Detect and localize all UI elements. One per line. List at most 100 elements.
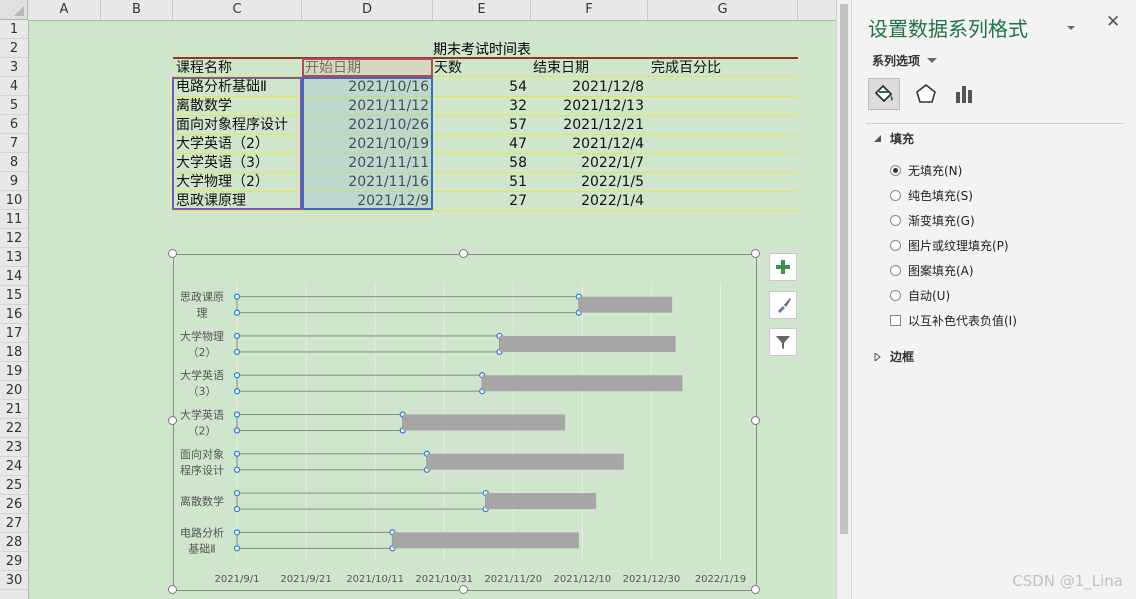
- resize-handle-tm[interactable]: [459, 249, 468, 258]
- resize-handle-ml[interactable]: [168, 416, 177, 425]
- radio-no-fill[interactable]: 无填充(N): [890, 162, 962, 179]
- column-b[interactable]: B: [101, 0, 173, 20]
- radio-button[interactable]: [890, 265, 901, 276]
- resize-handle-mr[interactable]: [751, 416, 760, 425]
- row-header[interactable]: 9: [0, 172, 28, 191]
- duration-bar[interactable]: [482, 375, 683, 392]
- column-f[interactable]: F: [531, 0, 648, 20]
- radio-button[interactable]: [890, 215, 901, 226]
- row-header[interactable]: 27: [0, 514, 28, 533]
- start-bar[interactable]: [236, 414, 404, 431]
- cell-days[interactable]: 54: [433, 78, 527, 97]
- radio-picture-fill[interactable]: 图片或纹理填充(P): [890, 237, 1009, 254]
- cell-days[interactable]: 57: [433, 116, 527, 135]
- chart-elements-button[interactable]: [769, 253, 797, 281]
- cell-days[interactable]: 51: [433, 173, 527, 192]
- row-header[interactable]: 10: [0, 191, 28, 210]
- start-bar[interactable]: [236, 374, 483, 392]
- fill-section-header[interactable]: 填充: [874, 130, 914, 147]
- duration-bar[interactable]: [578, 296, 673, 313]
- table-title[interactable]: 期末考试时间表: [433, 39, 531, 59]
- selection-point[interactable]: [233, 466, 241, 473]
- row-header[interactable]: 21: [0, 400, 28, 419]
- selection-point[interactable]: [233, 529, 241, 536]
- column-g[interactable]: G: [648, 0, 798, 20]
- selection-point[interactable]: [233, 450, 241, 457]
- vertical-scrollbar[interactable]: [836, 0, 851, 599]
- duration-bar[interactable]: [485, 493, 597, 510]
- radio-button[interactable]: [890, 240, 901, 251]
- cell-days[interactable]: 47: [433, 135, 527, 154]
- series-options-tab[interactable]: [950, 80, 978, 108]
- cell-days[interactable]: 32: [433, 97, 527, 116]
- row-header[interactable]: 4: [0, 77, 28, 96]
- selection-point[interactable]: [233, 505, 241, 513]
- radio-pattern-fill[interactable]: 图案填充(A): [890, 262, 974, 279]
- radio-button[interactable]: [890, 190, 901, 201]
- chart-plot[interactable]: 思政课原理大学物理 （2） 大学英语 （3） 大学英语 （2） 面向对象程序设计离散数学电路…: [174, 255, 756, 590]
- resize-handle-tl[interactable]: [168, 249, 177, 258]
- duration-bar[interactable]: [499, 335, 676, 352]
- row-header[interactable]: 5: [0, 96, 28, 115]
- row-header[interactable]: 25: [0, 476, 28, 495]
- row-header[interactable]: 12: [0, 229, 28, 248]
- cell-end[interactable]: 2021/12/4: [531, 135, 644, 154]
- cell-end[interactable]: 2021/12/21: [531, 116, 644, 135]
- border-section-header[interactable]: 边框: [874, 348, 914, 365]
- selection-point[interactable]: [233, 489, 241, 497]
- radio-gradient-fill[interactable]: 渐变填充(G): [890, 212, 975, 229]
- selection-point[interactable]: [233, 427, 241, 434]
- cell-days[interactable]: 27: [433, 192, 527, 211]
- duration-bar[interactable]: [402, 414, 566, 431]
- selection-point[interactable]: [233, 332, 241, 340]
- row-header[interactable]: 23: [0, 438, 28, 457]
- radio-button[interactable]: [890, 165, 901, 176]
- column-a[interactable]: A: [28, 0, 101, 20]
- close-icon[interactable]: ✕: [1106, 12, 1120, 32]
- cell-end[interactable]: 2021/12/8: [531, 78, 644, 97]
- row-header[interactable]: 6: [0, 115, 28, 134]
- series-options-menu[interactable]: 系列选项: [872, 52, 938, 69]
- cell-end[interactable]: 2022/1/5: [531, 173, 644, 192]
- pane-options-dropdown[interactable]: [1066, 18, 1076, 37]
- row-header[interactable]: 14: [0, 267, 28, 286]
- invert-if-negative[interactable]: 以互补色代表负值(I): [890, 312, 1017, 329]
- start-bar[interactable]: [236, 296, 580, 314]
- cell-end[interactable]: 2021/12/13: [531, 97, 644, 116]
- fill-line-tab[interactable]: [868, 78, 900, 110]
- row-header[interactable]: 24: [0, 457, 28, 476]
- row-header[interactable]: 22: [0, 419, 28, 438]
- worksheet[interactable]: A B C D E F G 1 2 3 4 5 6 7 8 9 10 11 12 13 14 15 16 17 1…: [0, 0, 836, 599]
- resize-handle-bl[interactable]: [168, 585, 177, 594]
- scrollbar-thumb[interactable]: [840, 4, 848, 534]
- selection-point[interactable]: [233, 309, 241, 316]
- row-header[interactable]: 2: [0, 39, 28, 58]
- chart-filters-button[interactable]: [769, 328, 797, 356]
- start-bar[interactable]: [236, 453, 428, 471]
- row-header[interactable]: 7: [0, 134, 28, 153]
- row-header[interactable]: 29: [0, 552, 28, 571]
- resize-handle-bm[interactable]: [459, 585, 468, 594]
- chart-styles-button[interactable]: [769, 291, 797, 319]
- row-header[interactable]: 17: [0, 324, 28, 343]
- column-d[interactable]: D: [302, 0, 433, 20]
- duration-bar[interactable]: [392, 532, 579, 549]
- row-header[interactable]: 15: [0, 286, 28, 305]
- resize-handle-br[interactable]: [751, 585, 760, 594]
- cell-days[interactable]: 58: [433, 154, 527, 173]
- radio-automatic[interactable]: 自动(U): [890, 287, 950, 304]
- selection-point[interactable]: [233, 372, 241, 379]
- row-header[interactable]: 18: [0, 343, 28, 362]
- start-bar[interactable]: [236, 335, 500, 353]
- row-header[interactable]: 13: [0, 248, 28, 267]
- column-c[interactable]: C: [173, 0, 302, 20]
- row-header[interactable]: 30: [0, 571, 28, 590]
- start-bar[interactable]: [236, 492, 487, 510]
- row-header[interactable]: 19: [0, 362, 28, 381]
- row-header[interactable]: 8: [0, 153, 28, 172]
- checkbox[interactable]: [890, 315, 901, 326]
- gantt-chart[interactable]: 思政课原理大学物理 （2） 大学英语 （3） 大学英语 （2） 面向对象 程序设计 离散数学 电路…: [173, 254, 757, 591]
- row-header[interactable]: 20: [0, 381, 28, 400]
- radio-button[interactable]: [890, 290, 901, 301]
- row-header[interactable]: 28: [0, 533, 28, 552]
